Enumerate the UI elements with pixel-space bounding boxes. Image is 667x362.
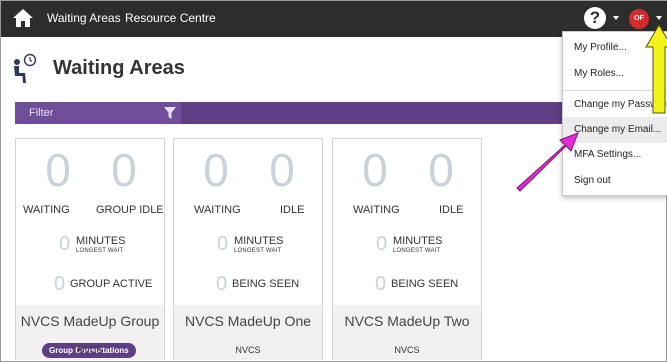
app-frame: Waiting Areas Resource Centre ? OF Waiti… [0, 0, 667, 362]
waiting-area-name: NVCS MadeUp Group [20, 313, 160, 329]
idle-count: 0 [428, 144, 454, 196]
being-seen-count: 0 [216, 273, 228, 295]
minutes-label: MINUTES [234, 235, 284, 247]
group-active-count: 0 [54, 273, 66, 295]
menu-divider [563, 90, 667, 91]
minutes-label: MINUTES [76, 235, 126, 247]
organisation-label: NVCS [394, 345, 420, 355]
menu-item-change-email[interactable]: Change my Email... [563, 117, 667, 143]
minutes-count: 0 [217, 233, 229, 255]
nav-link-resource-centre[interactable]: Resource Centre [125, 11, 216, 25]
idle-count: 0 [111, 144, 137, 196]
user-avatar[interactable]: OF [629, 9, 649, 29]
longest-wait-label: LONGEST WAIT [234, 248, 282, 254]
waiting-area-name: NVCS MadeUp One [184, 313, 312, 329]
menu-item-my-roles[interactable]: My Roles... [563, 61, 667, 87]
minutes-label: MINUTES [393, 235, 443, 247]
menu-item-sign-out[interactable]: Sign out [563, 168, 667, 194]
user-menu-dropdown: My Profile... My Roles... Change my Pass… [562, 31, 667, 196]
help-icon[interactable]: ? [584, 7, 606, 29]
idle-label: GROUP IDLE [96, 204, 164, 216]
being-seen-label: BEING SEEN [391, 278, 459, 290]
nav-link-waiting-areas[interactable]: Waiting Areas [47, 11, 121, 25]
filter-label: Filter [29, 107, 54, 119]
funnel-filter-icon[interactable] [164, 107, 176, 119]
being-seen-label: BEING SEEN [232, 278, 300, 290]
group-active-label: GROUP ACTIVE [70, 278, 153, 290]
being-seen-count: 0 [375, 273, 387, 295]
menu-item-change-password[interactable]: Change my Password... [563, 92, 667, 118]
idle-label: IDLE [439, 204, 464, 216]
waiting-count: 0 [362, 144, 388, 196]
waiting-area-card-one[interactable]: 0 0 WAITING IDLE 0 MINUTES LONGEST WAIT … [173, 138, 323, 360]
idle-label: IDLE [280, 204, 305, 216]
waiting-area-card-two[interactable]: 0 0 WAITING IDLE 0 MINUTES LONGEST WAIT … [332, 138, 482, 360]
waiting-label: WAITING [194, 204, 241, 216]
waiting-label: WAITING [353, 204, 400, 216]
organisation-label: NVCS [235, 345, 261, 355]
home-icon[interactable] [12, 8, 34, 28]
filter-dropdown[interactable]: Filter [15, 102, 181, 124]
waiting-area-card-group[interactable]: 0 0 WAITING GROUP IDLE 0 MINUTES LONGEST… [15, 138, 165, 360]
menu-item-my-profile[interactable]: My Profile... [563, 35, 667, 61]
organisation-label: NVCS [77, 345, 103, 355]
longest-wait-label: LONGEST WAIT [76, 248, 124, 254]
waiting-count: 0 [45, 144, 71, 196]
waiting-count: 0 [203, 144, 229, 196]
waiting-room-clock-icon [14, 53, 37, 83]
page-title: Waiting Areas [53, 57, 185, 79]
help-menu-chevron-down-icon[interactable] [613, 16, 619, 20]
user-menu-chevron-down-icon[interactable] [656, 16, 662, 20]
menu-item-mfa-settings[interactable]: MFA Settings... [563, 142, 667, 168]
minutes-count: 0 [59, 233, 71, 255]
minutes-count: 0 [376, 233, 388, 255]
waiting-area-name: NVCS MadeUp Two [344, 313, 470, 329]
idle-count: 0 [269, 144, 295, 196]
longest-wait-label: LONGEST WAIT [393, 248, 441, 254]
waiting-label: WAITING [23, 204, 70, 216]
